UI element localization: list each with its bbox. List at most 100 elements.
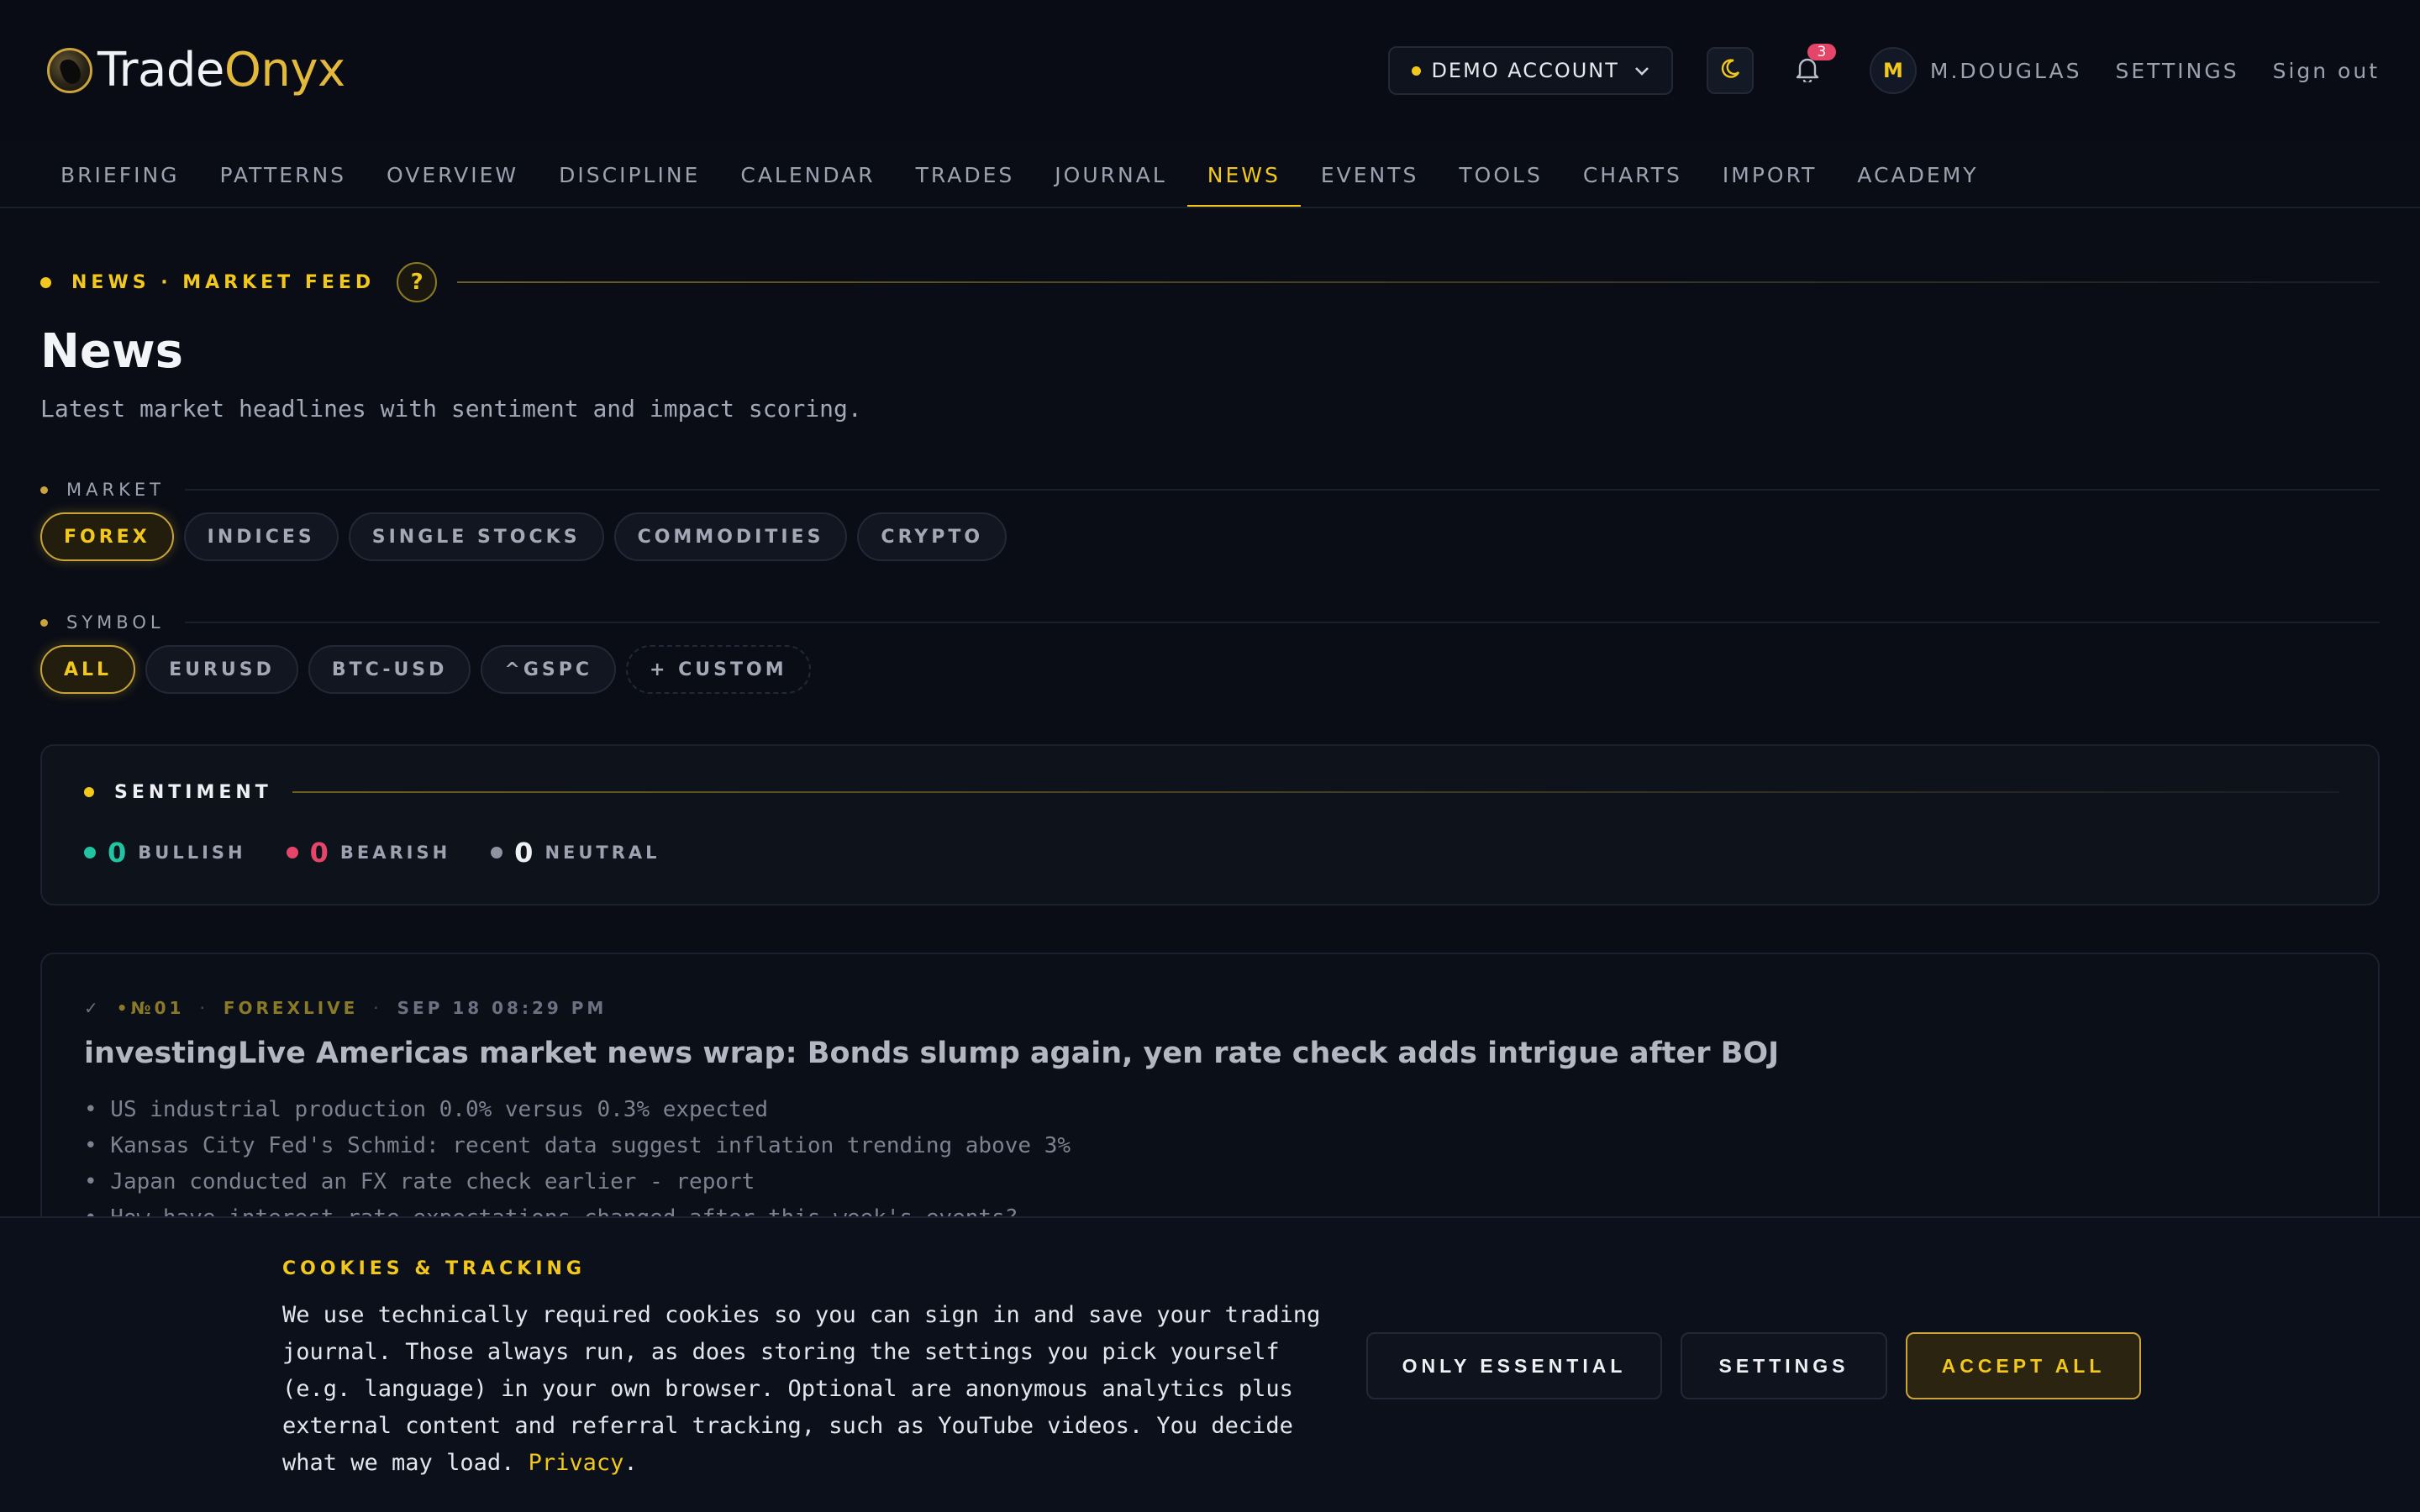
meta-separator: · [373, 998, 382, 1018]
market-chip-crypto[interactable]: CRYPTO [857, 512, 1007, 561]
sentiment-divider [292, 791, 2339, 793]
meta-separator: · [199, 998, 208, 1018]
market-label-text: MARKET [66, 480, 165, 500]
account-status-dot [1412, 66, 1422, 76]
cookie-body-text: We use technically required cookies so y… [282, 1302, 1321, 1476]
cookie-title: COOKIES & TRACKING [282, 1258, 586, 1279]
sentiment-bullish: 0 BULLISH [84, 837, 246, 869]
news-bullets: • US industrial production 0.0% versus 0… [84, 1092, 1071, 1236]
settings-link[interactable]: SETTINGS [2115, 59, 2238, 83]
sentiment-counts: 0 BULLISH 0 BEARISH 0 NEUTRAL [84, 837, 660, 869]
nav-item-calendar[interactable]: CALENDAR [720, 141, 895, 208]
account-label: DEMO ACCOUNT [1431, 59, 1619, 82]
neutral-dot [491, 847, 503, 858]
help-button[interactable]: ? [397, 262, 438, 302]
news-bullet: • Kansas City Fed's Schmid: recent data … [84, 1133, 1071, 1158]
neutral-label: NEUTRAL [544, 843, 660, 863]
market-label-dot [40, 486, 48, 494]
symbol-chip-all[interactable]: ALL [40, 645, 136, 694]
moon-icon [1719, 58, 1741, 83]
section-eyebrow: NEWS · MARKET FEED ? [40, 262, 2380, 302]
brand-name-part-b: Onyx [224, 43, 345, 97]
eyebrow-dot [40, 276, 51, 288]
privacy-link[interactable]: Privacy [529, 1450, 624, 1476]
header-actions: DEMO ACCOUNT 3 M M.DOUGLAS SETTINGS Sign… [1388, 44, 2380, 97]
only-essential-button[interactable]: ONLY ESSENTIAL [1366, 1332, 1662, 1399]
avatar[interactable]: M [1869, 47, 1917, 94]
nav-item-briefing[interactable]: BRIEFING [40, 141, 200, 208]
nav-divider [0, 207, 2420, 208]
symbol-label-divider [184, 622, 2380, 623]
cookie-settings-button[interactable]: SETTINGS [1681, 1332, 1887, 1399]
nav-item-overview[interactable]: OVERVIEW [366, 141, 539, 208]
symbol-filter-label: SYMBOL [40, 610, 2380, 635]
sign-out-link[interactable]: Sign out [2273, 59, 2380, 83]
bullish-dot [84, 847, 96, 858]
news-source: FOREXLIVE [223, 998, 359, 1018]
sentiment-neutral: 0 NEUTRAL [491, 837, 660, 869]
top-header: TradeOnyx DEMO ACCOUNT 3 M M.DOUGLAS SET… [0, 0, 2420, 141]
nav-item-discipline[interactable]: DISCIPLINE [539, 141, 720, 208]
market-chips: FOREX INDICES SINGLE STOCKS COMMODITIES … [40, 512, 1007, 561]
page-subtitle: Latest market headlines with sentiment a… [40, 395, 862, 423]
nav-item-tools[interactable]: TOOLS [1439, 141, 1562, 208]
eyebrow-label: NEWS · MARKET FEED [71, 271, 376, 293]
bearish-dot [286, 847, 298, 858]
main-nav: BRIEFING PATTERNS OVERVIEW DISCIPLINE CA… [40, 141, 1999, 208]
cookie-actions: ONLY ESSENTIAL SETTINGS ACCEPT ALL [1366, 1332, 2141, 1399]
add-custom-symbol-button[interactable]: + CUSTOM [626, 645, 811, 694]
news-number: •№01 [116, 998, 185, 1018]
symbol-chip-btc-usd[interactable]: BTC-USD [308, 645, 471, 694]
market-chip-indices[interactable]: INDICES [183, 512, 339, 561]
market-chip-commodities[interactable]: COMMODITIES [613, 512, 848, 561]
cookie-banner: COOKIES & TRACKING We use technically re… [0, 1216, 2420, 1512]
read-check-icon: ✓ [84, 998, 102, 1018]
bearish-count: 0 [309, 837, 329, 869]
news-headline[interactable]: investingLive Americas market news wrap:… [84, 1037, 1779, 1070]
nav-item-news[interactable]: NEWS [1186, 141, 1301, 208]
eyebrow-divider [457, 281, 2380, 283]
nav-item-trades[interactable]: TRADES [896, 141, 1035, 208]
symbol-chip-gspc[interactable]: ^GSPC [481, 645, 617, 694]
nav-item-academy[interactable]: ACADEMY [1837, 141, 1998, 208]
sentiment-card: SENTIMENT 0 BULLISH 0 BEARISH 0 NEUTRAL [40, 744, 2380, 906]
notification-count-badge: 3 [1807, 44, 1836, 60]
nav-item-charts[interactable]: CHARTS [1563, 141, 1702, 208]
account-switcher-button[interactable]: DEMO ACCOUNT [1388, 46, 1673, 95]
news-bullet: • Japan conducted an FX rate check earli… [84, 1169, 755, 1194]
bullish-count: 0 [108, 837, 127, 869]
market-filter-label: MARKET [40, 477, 2380, 502]
notifications-button[interactable]: 3 [1791, 44, 1836, 87]
user-name-link[interactable]: M.DOUGLAS [1930, 59, 2082, 83]
brand-name: TradeOnyx [97, 47, 345, 94]
logo[interactable]: TradeOnyx [47, 44, 345, 97]
sentiment-title: SENTIMENT [114, 781, 272, 803]
symbol-chips: ALL EURUSD BTC-USD ^GSPC + CUSTOM [40, 645, 811, 694]
logo-mark-icon [47, 48, 92, 93]
sentiment-bearish: 0 BEARISH [286, 837, 451, 869]
sentiment-header: SENTIMENT [84, 780, 2339, 805]
neutral-count: 0 [514, 837, 534, 869]
nav-item-import[interactable]: IMPORT [1702, 141, 1838, 208]
news-meta: ✓ •№01 · FOREXLIVE · SEP 18 08:29 PM [84, 998, 607, 1018]
symbol-label-text: SYMBOL [66, 612, 165, 633]
cookie-text: We use technically required cookies so y… [282, 1297, 1324, 1482]
symbol-chip-eurusd[interactable]: EURUSD [145, 645, 298, 694]
bearish-label: BEARISH [339, 843, 451, 863]
page-title: News [40, 324, 183, 379]
sentiment-header-dot [84, 787, 94, 797]
nav-item-events[interactable]: EVENTS [1301, 141, 1439, 208]
market-chip-single-stocks[interactable]: SINGLE STOCKS [348, 512, 604, 561]
chevron-down-icon [1634, 60, 1649, 81]
news-bullet: • US industrial production 0.0% versus 0… [84, 1097, 768, 1122]
brand-name-part-a: Trade [97, 43, 224, 97]
theme-toggle-button[interactable] [1706, 47, 1754, 94]
nav-item-journal[interactable]: JOURNAL [1034, 141, 1186, 208]
market-chip-forex[interactable]: FOREX [40, 512, 174, 561]
symbol-label-dot [40, 618, 48, 627]
news-date: SEP 18 08:29 PM [397, 998, 608, 1018]
accept-all-button[interactable]: ACCEPT ALL [1906, 1332, 2141, 1399]
market-label-divider [184, 489, 2380, 491]
bullish-label: BULLISH [138, 843, 246, 863]
nav-item-patterns[interactable]: PATTERNS [200, 141, 366, 208]
